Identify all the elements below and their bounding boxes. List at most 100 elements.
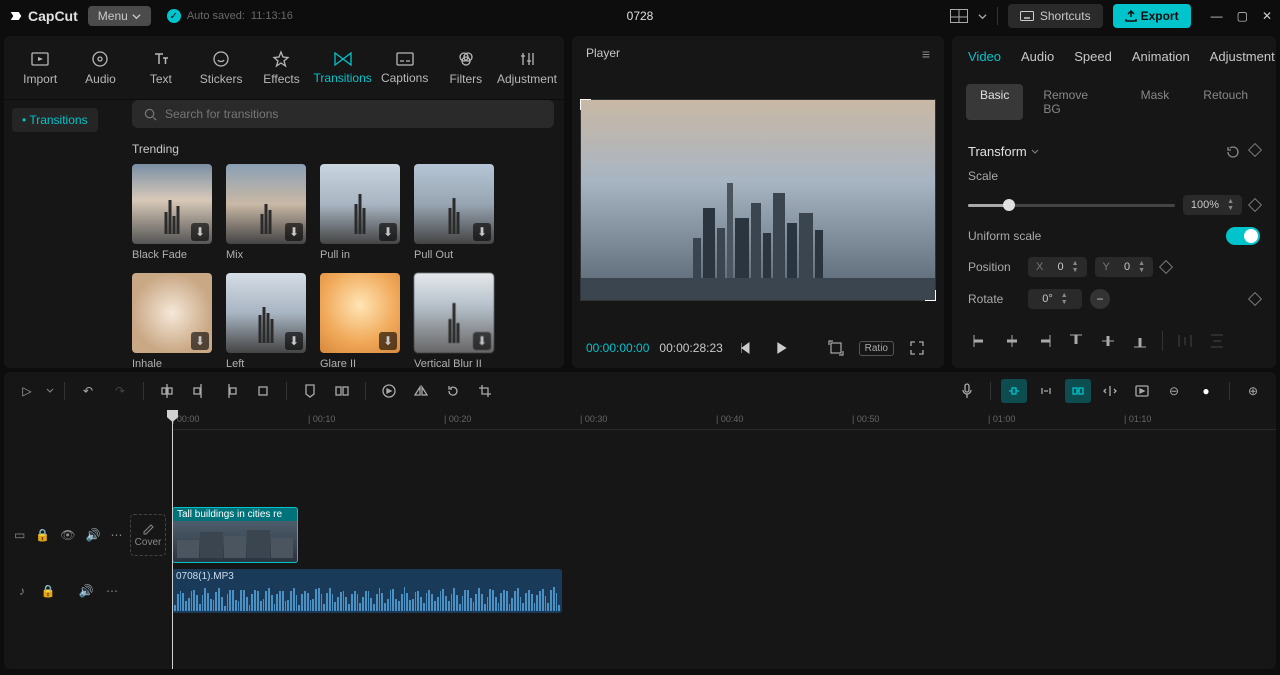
keyframe-icon[interactable] — [1248, 142, 1262, 156]
more-icon[interactable]: ⋯ — [104, 584, 120, 598]
shortcuts-button[interactable]: Shortcuts — [1008, 4, 1103, 28]
split-left[interactable] — [186, 379, 212, 403]
export-button[interactable]: Export — [1113, 4, 1191, 28]
tab-import[interactable]: Import — [10, 36, 70, 99]
position-x[interactable]: X 0▲▼ — [1028, 257, 1087, 277]
mute-icon[interactable]: 🔊 — [86, 528, 101, 542]
audio-clip[interactable]: 0708(1).MP3 — [172, 569, 562, 613]
magnet-main[interactable] — [1001, 379, 1027, 403]
transition-item[interactable]: ⬇Pull in — [320, 164, 400, 261]
zoom-fit[interactable]: ⊕ — [1240, 379, 1266, 403]
align-top[interactable] — [1064, 331, 1088, 351]
tab-adjustment[interactable]: Adjustment — [496, 36, 558, 99]
align-center-v[interactable] — [1096, 331, 1120, 351]
maximize-button[interactable]: ▢ — [1237, 9, 1248, 23]
preview-canvas[interactable] — [580, 99, 936, 301]
eye-icon[interactable]: 👁 — [60, 528, 75, 542]
prev-frame-button[interactable] — [733, 338, 759, 358]
lock-icon[interactable]: 🔒 — [35, 528, 50, 542]
fullscreen-button[interactable] — [904, 338, 930, 358]
link-tool[interactable] — [1065, 379, 1091, 403]
video-clip[interactable]: Tall buildings in cities re — [172, 507, 298, 563]
delete-tool[interactable] — [250, 379, 276, 403]
menu-button[interactable]: Menu — [88, 6, 151, 26]
scale-slider[interactable] — [968, 204, 1175, 207]
download-icon[interactable]: ⬇ — [285, 223, 303, 241]
tab-transitions[interactable]: Transitions — [312, 36, 374, 99]
transition-item[interactable]: ⬇Pull Out — [414, 164, 494, 261]
keyframe-icon[interactable] — [1248, 198, 1262, 212]
magnet-auto[interactable] — [1033, 379, 1059, 403]
speed-tool[interactable] — [376, 379, 402, 403]
subtab-retouch[interactable]: Retouch — [1189, 84, 1262, 120]
cover-button[interactable]: Cover — [130, 514, 166, 556]
download-icon[interactable]: ⬇ — [473, 332, 491, 350]
download-icon[interactable]: ⬇ — [191, 223, 209, 241]
zoom-slider[interactable]: ● — [1193, 379, 1219, 403]
transition-item[interactable]: ⬇Inhale — [132, 273, 212, 368]
chevron-down-icon[interactable] — [978, 12, 987, 21]
props-tab-audio[interactable]: Audio — [1011, 39, 1064, 74]
mic-button[interactable] — [954, 379, 980, 403]
player-menu-icon[interactable]: ≡ — [922, 46, 930, 62]
mute-icon[interactable]: 🔊 — [78, 584, 94, 598]
subtab-removebg[interactable]: Remove BG — [1029, 84, 1120, 120]
split-right[interactable] — [218, 379, 244, 403]
rotate-dial[interactable]: − — [1090, 289, 1110, 309]
download-icon[interactable]: ⬇ — [379, 332, 397, 350]
transition-item[interactable]: ⬇Black Fade — [132, 164, 212, 261]
download-icon[interactable]: ⬇ — [191, 332, 209, 350]
tab-effects[interactable]: Effects — [251, 36, 311, 99]
transition-item[interactable]: ⬇Glare II — [320, 273, 400, 368]
align-center-h[interactable] — [1000, 331, 1024, 351]
transition-item[interactable]: ⬇Left — [226, 273, 306, 368]
props-tab-adjustment[interactable]: Adjustment — [1200, 39, 1276, 74]
undo-button[interactable]: ↶ — [75, 379, 101, 403]
lock-icon[interactable]: 🔒 — [40, 584, 56, 598]
compound-tool[interactable] — [329, 379, 355, 403]
minimize-button[interactable]: — — [1211, 9, 1223, 23]
tab-stickers[interactable]: Stickers — [191, 36, 251, 99]
props-tab-video[interactable]: Video — [958, 39, 1011, 74]
scale-icon[interactable] — [823, 338, 849, 358]
keyframe-icon[interactable] — [1248, 292, 1262, 306]
align-bottom[interactable] — [1128, 331, 1152, 351]
align-left[interactable] — [968, 331, 992, 351]
play-button[interactable] — [769, 338, 795, 358]
props-tab-speed[interactable]: Speed — [1064, 39, 1122, 74]
tab-text[interactable]: Text — [131, 36, 191, 99]
align-right[interactable] — [1032, 331, 1056, 351]
ratio-button[interactable]: Ratio — [859, 341, 894, 356]
tab-audio[interactable]: Audio — [70, 36, 130, 99]
download-icon[interactable]: ⬇ — [285, 332, 303, 350]
playhead[interactable] — [172, 410, 173, 669]
keyframe-icon[interactable] — [1159, 260, 1173, 274]
transition-item[interactable]: ⬇Mix — [226, 164, 306, 261]
sidebar-item-transitions[interactable]: • Transitions — [12, 108, 98, 132]
pointer-tool[interactable]: ▷ — [14, 379, 40, 403]
mirror-tool[interactable] — [408, 379, 434, 403]
layout-icon[interactable] — [950, 9, 968, 23]
marker-tool[interactable] — [297, 379, 323, 403]
position-y[interactable]: Y 0▲▼ — [1095, 257, 1154, 277]
uniform-scale-toggle[interactable] — [1226, 227, 1260, 245]
crop-tool[interactable] — [472, 379, 498, 403]
reset-icon[interactable] — [1226, 145, 1240, 159]
split-tool[interactable] — [154, 379, 180, 403]
close-button[interactable]: ✕ — [1262, 9, 1272, 23]
transition-item[interactable]: ⬇Vertical Blur II — [414, 273, 494, 368]
subtab-mask[interactable]: Mask — [1127, 84, 1184, 120]
rotate-value[interactable]: 0°▲▼ — [1028, 289, 1082, 309]
preview-axis[interactable] — [1097, 379, 1123, 403]
scale-value[interactable]: 100%▲▼ — [1183, 195, 1242, 215]
preview-render[interactable] — [1129, 379, 1155, 403]
tab-captions[interactable]: Captions — [374, 36, 436, 99]
download-icon[interactable]: ⬇ — [379, 223, 397, 241]
search-input[interactable]: Search for transitions — [132, 100, 554, 128]
tab-filters[interactable]: Filters — [436, 36, 496, 99]
rotate-tool[interactable] — [440, 379, 466, 403]
time-ruler[interactable]: | 00:00| 00:10| 00:20| 00:30| 00:40| 00:… — [172, 410, 1276, 430]
more-icon[interactable]: ⋯ — [110, 528, 122, 542]
subtab-basic[interactable]: Basic — [966, 84, 1023, 120]
props-tab-animation[interactable]: Animation — [1122, 39, 1200, 74]
